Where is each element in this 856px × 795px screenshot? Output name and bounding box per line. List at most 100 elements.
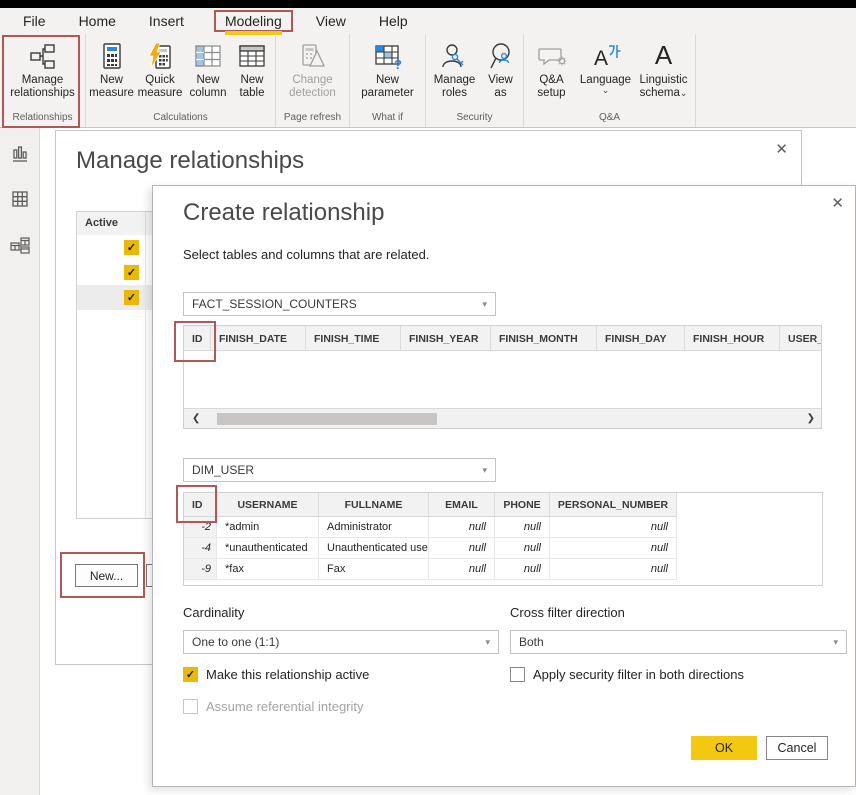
- column-header[interactable]: FULLNAME: [319, 493, 429, 517]
- cell: null: [429, 517, 495, 538]
- manage-roles-icon: [441, 39, 469, 72]
- manage-roles-label: Manage roles: [431, 74, 479, 100]
- cell: null: [495, 538, 550, 559]
- new-column-icon: [194, 39, 222, 72]
- new-parameter-button[interactable]: ? New parameter: [356, 39, 420, 100]
- new-table-icon: [238, 39, 266, 72]
- svg-text:A: A: [594, 47, 608, 70]
- cancel-button[interactable]: Cancel: [766, 736, 828, 760]
- cross-filter-label: Cross filter direction: [510, 605, 625, 620]
- security-filter-option: Apply security filter in both directions: [510, 667, 744, 682]
- group-label-qa: Q&A: [524, 112, 695, 127]
- quick-measure-label: Quick measure: [137, 74, 183, 100]
- qa-setup-label: Q&A setup: [529, 74, 575, 100]
- group-label-security: Security: [426, 112, 523, 127]
- menu-view[interactable]: View: [306, 11, 356, 31]
- security-filter-label: Apply security filter in both directions: [533, 667, 744, 682]
- column-header[interactable]: FINISH_DATE: [211, 326, 306, 350]
- model-view-icon[interactable]: [9, 234, 31, 261]
- cell: null: [550, 559, 677, 580]
- column-header[interactable]: PHONE: [495, 493, 550, 517]
- create-dialog-title: Create relationship: [183, 199, 384, 227]
- manage-relationships-button[interactable]: Manage relationships: [4, 39, 82, 100]
- from-table-header-row: ID FINISH_DATE FINISH_TIME FINISH_YEAR F…: [184, 326, 821, 351]
- manage-dialog-title: Manage relationships: [76, 147, 304, 175]
- from-table-empty-body: [184, 351, 821, 408]
- dropdown-caret-icon: ▾: [482, 465, 487, 476]
- view-sidebar: [0, 128, 40, 795]
- group-label-relationships: Relationships: [0, 112, 85, 127]
- scroll-left-icon[interactable]: ❮: [184, 413, 200, 424]
- active-checkbox[interactable]: ✓: [124, 240, 139, 255]
- ok-button[interactable]: OK: [691, 736, 757, 760]
- menu-modeling-label: Modeling: [225, 13, 282, 29]
- ribbon-group-calculations: New measure Quick measure: [86, 34, 276, 127]
- column-header[interactable]: PERSONAL_NUMBER: [550, 493, 677, 517]
- new-parameter-label: New parameter: [358, 74, 418, 100]
- manage-dialog-close-icon[interactable]: ✕: [775, 140, 788, 158]
- column-header[interactable]: USERNAME: [217, 493, 319, 517]
- quick-measure-icon: [146, 39, 174, 72]
- change-detection-label: Change detection: [284, 74, 342, 100]
- workspace: Manage relationships ✕ Active ✓ ✓ ✓ New.…: [0, 128, 856, 795]
- horizontal-scrollbar[interactable]: ❮ ❯: [184, 408, 821, 428]
- new-relationship-button[interactable]: New...: [75, 564, 138, 587]
- column-header[interactable]: EMAIL: [429, 493, 495, 517]
- annotation-box: [174, 321, 216, 362]
- quick-measure-button[interactable]: Quick measure: [135, 39, 185, 100]
- column-header[interactable]: USER_ID: [780, 326, 821, 350]
- linguistic-schema-chevron-icon: ⌄: [680, 88, 688, 98]
- scroll-right-icon[interactable]: ❯: [807, 413, 815, 424]
- annotation-box: [176, 485, 217, 523]
- new-measure-label: New measure: [89, 74, 134, 100]
- column-header[interactable]: FINISH_TIME: [306, 326, 401, 350]
- security-filter-checkbox[interactable]: [510, 667, 525, 682]
- column-header[interactable]: FINISH_HOUR: [685, 326, 780, 350]
- referential-integrity-label: Assume referential integrity: [206, 699, 364, 714]
- linguistic-schema-icon: A: [655, 39, 672, 72]
- column-header[interactable]: FINISH_MONTH: [491, 326, 597, 350]
- group-label-calculations: Calculations: [86, 112, 275, 127]
- ribbon-group-security: Manage roles View as Security: [426, 34, 524, 127]
- new-parameter-icon: ?: [374, 39, 402, 72]
- new-table-button[interactable]: New table: [231, 39, 273, 100]
- data-view-icon[interactable]: [10, 189, 30, 214]
- make-active-label: Make this relationship active: [206, 667, 369, 682]
- new-column-button[interactable]: New column: [185, 39, 231, 100]
- column-header[interactable]: FINISH_YEAR: [401, 326, 491, 350]
- manage-roles-button[interactable]: Manage roles: [429, 39, 481, 100]
- change-detection-button: Change detection: [282, 39, 344, 100]
- view-as-button[interactable]: View as: [481, 39, 521, 100]
- active-checkbox[interactable]: ✓: [124, 290, 139, 305]
- cell: *fax: [217, 559, 319, 580]
- table-row: -9 *fax Fax null null null: [184, 559, 822, 580]
- menu-insert[interactable]: Insert: [139, 11, 194, 31]
- linguistic-schema-button[interactable]: A Linguistic schema⌄: [635, 39, 693, 100]
- active-checkbox[interactable]: ✓: [124, 265, 139, 280]
- menu-home[interactable]: Home: [69, 11, 126, 31]
- menu-help[interactable]: Help: [369, 11, 418, 31]
- scrollbar-thumb[interactable]: [217, 413, 437, 425]
- cross-filter-dropdown[interactable]: Both ▾: [510, 630, 847, 654]
- report-view-icon[interactable]: [10, 144, 30, 169]
- dropdown-caret-icon: ▾: [482, 299, 487, 310]
- from-table-preview: ID FINISH_DATE FINISH_TIME FINISH_YEAR F…: [183, 325, 822, 429]
- from-table-dropdown[interactable]: FACT_SESSION_COUNTERS ▾: [183, 292, 496, 316]
- change-detection-icon: [299, 39, 327, 72]
- language-button[interactable]: A Language ⌄: [577, 39, 635, 94]
- group-label-page-refresh: Page refresh: [276, 112, 349, 127]
- make-active-checkbox[interactable]: ✓: [183, 667, 198, 682]
- new-measure-button[interactable]: New measure: [88, 39, 135, 100]
- cell: Unauthenticated user: [319, 538, 429, 559]
- cardinality-dropdown[interactable]: One to one (1:1) ▾: [183, 630, 499, 654]
- create-dialog-close-icon[interactable]: ✕: [831, 194, 844, 212]
- column-header[interactable]: FINISH_DAY: [597, 326, 685, 350]
- menu-file[interactable]: File: [13, 11, 56, 31]
- to-table-dropdown[interactable]: DIM_USER ▾: [183, 458, 496, 482]
- menu-modeling[interactable]: Modeling: [214, 10, 293, 32]
- view-as-icon: [487, 39, 515, 72]
- manage-relationships-icon: [29, 39, 57, 72]
- table-row: -4 *unauthenticated Unauthenticated user…: [184, 538, 822, 559]
- qa-setup-button[interactable]: Q&A setup: [527, 39, 577, 100]
- from-table-selected-value: FACT_SESSION_COUNTERS: [192, 297, 357, 311]
